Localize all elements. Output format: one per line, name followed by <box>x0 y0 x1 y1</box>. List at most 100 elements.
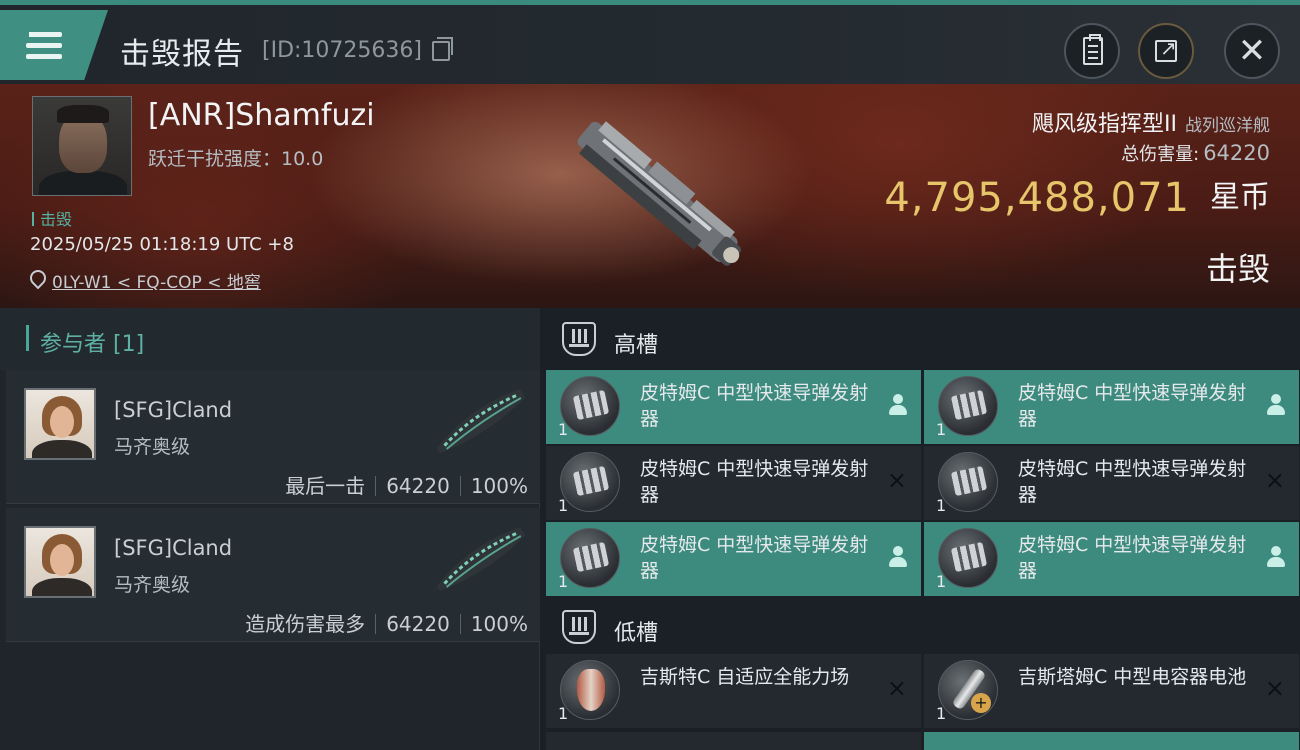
low-slot-icon <box>562 610 596 644</box>
victim-portrait[interactable] <box>32 96 132 196</box>
copy-icon[interactable] <box>432 37 453 61</box>
module-item[interactable]: 1 皮特姆C 中型快速导弹发射器 <box>924 370 1299 444</box>
participant-damage: 64220 <box>386 474 450 498</box>
top-bar: 击毁报告 [ID:10725636] ✕ <box>0 0 1300 84</box>
share-button[interactable] <box>1138 23 1194 79</box>
high-slot-title: 高槽 <box>614 333 659 358</box>
person-icon <box>889 546 907 568</box>
status-tag: 击毁 <box>32 206 72 230</box>
menu-button[interactable] <box>0 10 108 80</box>
module-name: 皮特姆C 中型快速导弹发射器 <box>1018 382 1247 430</box>
module-item[interactable]: 1 皮特姆C 中型快速导弹发射器 <box>924 522 1299 596</box>
module-item[interactable]: 1 皮特姆C 中型快速导弹发射器 <box>546 370 921 444</box>
module-qty: 1 <box>936 572 947 591</box>
high-slot-icon <box>562 322 596 356</box>
capacitor-battery-icon: + <box>938 660 998 720</box>
victim-name[interactable]: [ANR]Shamfuzi <box>148 98 375 133</box>
isk-amount: 4,795,488,071 <box>884 175 1190 221</box>
isk-unit: 星币 <box>1210 180 1270 215</box>
participant-name[interactable]: [SFG]Cland <box>114 398 232 422</box>
victim-ship-image[interactable] <box>540 84 770 306</box>
participant-percent: 100% <box>470 612 528 636</box>
participant-damage: 64220 <box>386 612 450 636</box>
module-qty: 1 <box>558 496 569 515</box>
report-id: [ID:10725636] <box>262 38 422 63</box>
module-qty: 1 <box>936 420 947 439</box>
participant-stats: 造成伤害最多 64220 100% <box>245 608 528 637</box>
close-button[interactable]: ✕ <box>1224 23 1280 79</box>
participant-role: 最后一击 <box>285 474 366 498</box>
participants-header: 参与者 [1] <box>0 308 540 370</box>
hamburger-icon-bar <box>26 43 62 48</box>
low-slot-header: 低槽 <box>540 596 1300 658</box>
module-item-partial[interactable] <box>924 732 1299 750</box>
module-name: 吉斯特C 自适应全能力场 <box>640 666 850 688</box>
low-slot-title: 低槽 <box>614 621 659 646</box>
module-name: 皮特姆C 中型快速导弹发射器 <box>640 458 869 506</box>
module-name: 皮特姆C 中型快速导弹发射器 <box>640 382 869 430</box>
kill-result: 击毁 <box>1205 250 1270 288</box>
module-name: 皮特姆C 中型快速导弹发射器 <box>1018 458 1247 506</box>
clipboard-button[interactable] <box>1064 23 1120 79</box>
share-icon <box>1155 36 1177 62</box>
module-item[interactable]: 1 吉斯特C 自适应全能力场 × <box>546 654 921 728</box>
kill-location-link[interactable]: 0LY-W1 < FQ-COP < 地窖 <box>52 268 261 293</box>
kill-datetime: 2025/05/25 01:18:19 UTC +8 <box>30 234 294 255</box>
module-item[interactable]: 1 皮特姆C 中型快速导弹发射器 × <box>546 446 921 520</box>
high-slot-header: 高槽 <box>540 308 1300 370</box>
module-qty: 1 <box>558 704 569 723</box>
avatar[interactable] <box>24 388 96 460</box>
participant-ship: 马齐奥级 <box>114 574 191 596</box>
close-icon: ✕ <box>1237 31 1267 71</box>
isk-value: 4,795,488,071 星币 <box>884 172 1270 221</box>
missile-launcher-icon <box>560 452 620 512</box>
total-damage: 总伤害量: 64220 <box>1121 140 1270 166</box>
avatar[interactable] <box>24 526 96 598</box>
total-damage-label: 总伤害量: <box>1121 144 1200 165</box>
participant-stats: 最后一击 64220 100% <box>285 470 528 499</box>
adaptive-field-icon <box>560 660 620 720</box>
module-item-partial[interactable] <box>546 732 921 750</box>
destroyed-icon: × <box>1264 674 1285 702</box>
participant-ship: 马齐奥级 <box>114 436 191 458</box>
missile-launcher-icon <box>938 528 998 588</box>
participant-card[interactable]: [SFG]Cland 马齐奥级 最后一击 64220 100% <box>6 370 540 504</box>
destroyed-icon: × <box>886 674 907 702</box>
person-icon <box>889 394 907 416</box>
module-item[interactable]: + 1 吉斯塔姆C 中型电容器电池 × <box>924 654 1299 728</box>
destroyed-icon: × <box>886 466 907 494</box>
participant-role: 造成伤害最多 <box>245 612 366 636</box>
missile-launcher-icon <box>938 376 998 436</box>
header-accent <box>26 325 29 351</box>
missile-launcher-icon <box>560 528 620 588</box>
module-name: 吉斯塔姆C 中型电容器电池 <box>1018 666 1247 688</box>
participant-name[interactable]: [SFG]Cland <box>114 536 232 560</box>
hamburger-icon-bar <box>26 54 62 59</box>
destroyed-icon: × <box>1264 466 1285 494</box>
fitting-panel: 高槽 1 皮特姆C 中型快速导弹发射器 1 皮特姆C 中型快速导弹发射器 1 皮… <box>540 308 1300 750</box>
participants-title: 参与者 [1] <box>40 332 145 357</box>
person-icon <box>1267 546 1285 568</box>
module-item[interactable]: 1 皮特姆C 中型快速导弹发射器 × <box>924 446 1299 520</box>
participant-ship-image[interactable] <box>422 520 534 596</box>
person-icon <box>1267 394 1285 416</box>
ship-name: 飓风级指挥型II 战列巡洋舰 <box>1032 106 1270 138</box>
module-qty: 1 <box>558 572 569 591</box>
module-name: 皮特姆C 中型快速导弹发射器 <box>1018 534 1247 582</box>
clipboard-icon <box>1083 34 1103 65</box>
participant-percent: 100% <box>470 474 528 498</box>
ship-class: 战列巡洋舰 <box>1185 116 1270 136</box>
module-qty: 1 <box>936 704 947 723</box>
warp-strength: 跃迁干扰强度：10.0 <box>148 148 324 170</box>
module-name: 皮特姆C 中型快速导弹发射器 <box>640 534 869 582</box>
module-qty: 1 <box>936 496 947 515</box>
module-qty: 1 <box>558 420 569 439</box>
module-item[interactable]: 1 皮特姆C 中型快速导弹发射器 <box>546 522 921 596</box>
missile-launcher-icon <box>938 452 998 512</box>
page-title: 击毁报告 <box>120 37 244 72</box>
participant-card[interactable]: [SFG]Cland 马齐奥级 造成伤害最多 64220 100% <box>6 508 540 642</box>
hamburger-icon <box>23 32 62 37</box>
participant-ship-image[interactable] <box>422 382 534 458</box>
ship-type-name: 飓风级指挥型II <box>1032 112 1177 137</box>
victim-banner: [ANR]Shamfuzi 跃迁干扰强度：10.0 击毁 2025/05/25 … <box>0 84 1300 308</box>
